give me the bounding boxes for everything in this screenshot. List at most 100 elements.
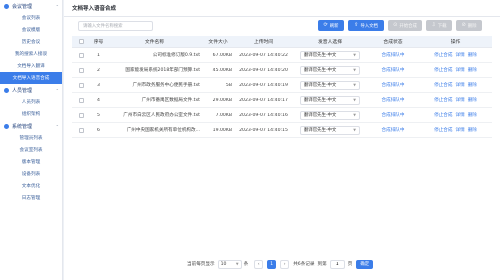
table-row: 4 广州市番禺区数据局文件.txt 29.00KB 2023-09-07 14:40:… <box>72 93 492 108</box>
row-checkbox[interactable] <box>72 67 90 73</box>
nav-item-doc-translate[interactable]: 文档导入翻译 <box>0 60 62 72</box>
ops-cell: 停止合成 详情 删除 <box>419 127 492 133</box>
nav-group-people[interactable]: 人员管理 ⌃ <box>0 84 62 96</box>
file-name: 广州市政务服务中心便民手册.txt <box>132 83 200 88</box>
synthesis-status: 合成排队中 <box>381 128 405 133</box>
nav-item-text-optimize[interactable]: 文本优化 <box>0 180 62 192</box>
page-header: 文档导入语音合成 <box>64 0 500 17</box>
upload-time: 2023-09-07 14:40:16 <box>239 112 288 118</box>
total-records: 共6条记录 <box>293 262 315 267</box>
nav-group-meeting[interactable]: 会议管理 ⌃ <box>0 0 62 12</box>
status-cell: 合成排队中 <box>367 127 419 133</box>
stop-synthesis-link[interactable]: 停止合成 <box>434 83 452 88</box>
delete-link[interactable]: 删除 <box>468 83 477 88</box>
voice-select-cell: 翻译官先生-中文 ▼ <box>293 110 367 120</box>
row-checkbox[interactable] <box>72 97 90 103</box>
stop-synthesis-link[interactable]: 停止合成 <box>434 128 452 133</box>
synthesis-status: 合成排队中 <box>381 68 405 73</box>
nav-item-org[interactable]: 组织架构 <box>0 108 62 120</box>
voice-select[interactable]: 翻译官先生-中文 ▼ <box>300 50 360 60</box>
voice-select-value: 翻译官先生-中文 <box>304 113 337 118</box>
details-link[interactable]: 详情 <box>455 98 464 103</box>
file-size: 7.00KB <box>215 112 232 118</box>
details-link[interactable]: 详情 <box>455 68 464 73</box>
row-checkbox[interactable] <box>72 127 90 133</box>
nav-item-room-list[interactable]: 会议室列表 <box>0 144 62 156</box>
goto-page-input[interactable] <box>329 259 345 269</box>
details-link[interactable]: 详情 <box>455 53 464 58</box>
nav-item-devices[interactable]: 设备列表 <box>0 168 62 180</box>
meeting-icon <box>4 3 9 9</box>
checkbox-box <box>78 82 84 88</box>
row-checkbox[interactable] <box>72 112 90 118</box>
delete-link[interactable]: 删除 <box>468 113 477 118</box>
page-number-button[interactable]: 1 <box>267 259 277 269</box>
synthesis-status: 合成排队中 <box>381 98 405 103</box>
details-link[interactable]: 详情 <box>455 83 464 88</box>
file-name: 公司标准修订版0.9.txt <box>152 53 200 58</box>
file-size: 29.00KB <box>212 97 232 103</box>
voice-select[interactable]: 翻译官先生-中文 ▼ <box>300 110 360 120</box>
stop-synthesis-link[interactable]: 停止合成 <box>434 68 452 73</box>
stop-synthesis-link[interactable]: 停止合成 <box>434 53 452 58</box>
delete-link[interactable]: 删除 <box>468 68 477 73</box>
file-size: 67.00KB <box>212 52 232 58</box>
stop-synthesis-link[interactable]: 停止合成 <box>434 98 452 103</box>
row-checkbox[interactable] <box>72 52 90 58</box>
prev-page-button[interactable]: ‹ <box>254 259 264 269</box>
row-checkbox[interactable] <box>72 82 90 88</box>
chevron-down-icon: ▼ <box>353 128 356 132</box>
table-row: 6 广州中央国家机关所有单位机构改... 19.00KB 2023-09-07 14:… <box>72 123 492 138</box>
nav-item-search-connect[interactable]: 我的搜索人接驳 <box>0 48 62 60</box>
checkbox-box <box>78 52 84 58</box>
col-header-no: 序号 <box>93 40 104 45</box>
voice-select[interactable]: 翻译官先生-中文 ▼ <box>300 80 360 90</box>
select-all-checkbox[interactable] <box>72 39 90 44</box>
voice-select[interactable]: 翻译官先生-中文 ▼ <box>300 95 360 105</box>
nav-item-version[interactable]: 版本管理 <box>0 156 62 168</box>
next-page-button[interactable]: › <box>280 259 290 269</box>
col-header-size: 文件大小 <box>208 40 228 45</box>
start-synthesis-button[interactable]: ⊙ 开始合成 <box>388 20 422 31</box>
nav-item-meeting-list[interactable]: 会议列表 <box>0 12 62 24</box>
nav-group-system[interactable]: 系统管理 ⌃ <box>0 120 62 132</box>
toolbar: ⟳ 刷新 ⇪ 导入文档 ⊙ 开始合成 ⇩ 下载 ⊘ 删除 <box>64 17 500 34</box>
chevron-down-icon: ▼ <box>353 68 356 72</box>
file-name: 广州市白云区人民政府办公室文件.txt <box>123 113 200 118</box>
ops-cell: 停止合成 详情 删除 <box>419 82 492 88</box>
ops-cell: 停止合成 详情 删除 <box>419 67 492 73</box>
search-input[interactable] <box>78 21 153 31</box>
details-link[interactable]: 详情 <box>455 128 464 133</box>
voice-select[interactable]: 翻译官先生-中文 ▼ <box>300 65 360 75</box>
voice-select[interactable]: 翻译官先生-中文 ▼ <box>300 125 360 135</box>
go-button[interactable]: 确定 <box>356 259 374 269</box>
stop-synthesis-link[interactable]: 停止合成 <box>434 113 452 118</box>
nav-item-history[interactable]: 历史会议 <box>0 36 62 48</box>
table-row: 1 公司标准修订版0.9.txt 67.00KB 2023-09-07 14:40:2… <box>72 48 492 63</box>
per-page-select[interactable]: 10 ▼ <box>217 259 242 269</box>
import-button[interactable]: ⇪ 导入文档 <box>348 20 384 31</box>
ops-cell: 停止合成 详情 删除 <box>419 52 492 58</box>
download-button[interactable]: ⇩ 下载 <box>426 20 452 31</box>
chevron-down-icon: ▼ <box>353 113 356 117</box>
status-cell: 合成排队中 <box>367 67 419 73</box>
voice-select-value: 翻译官先生-中文 <box>304 83 337 88</box>
nav-item-admin-list[interactable]: 管理员列表 <box>0 132 62 144</box>
nav-item-people-list[interactable]: 人员列表 <box>0 96 62 108</box>
button-label: 刷新 <box>329 23 339 29</box>
col-header-time: 上传时间 <box>253 40 274 45</box>
nav-group-label: 系统管理 <box>12 123 33 130</box>
delete-link[interactable]: 删除 <box>468 53 477 58</box>
delete-button[interactable]: ⊘ 删除 <box>456 20 482 31</box>
nav-item-logs[interactable]: 日志管理 <box>0 192 62 204</box>
details-link[interactable]: 详情 <box>455 113 464 118</box>
nav-item-meeting-template[interactable]: 会议模版 <box>0 24 62 36</box>
delete-link[interactable]: 删除 <box>468 98 477 103</box>
refresh-button[interactable]: ⟳ 刷新 <box>318 20 344 31</box>
checkbox-box <box>78 112 84 118</box>
chevron-down-icon: ▼ <box>353 83 356 87</box>
goto-unit: 页 <box>347 262 353 267</box>
nav-item-doc-tts[interactable]: 文档导入语音合成 <box>0 72 62 84</box>
status-cell: 合成排队中 <box>367 82 419 88</box>
delete-link[interactable]: 删除 <box>468 128 477 133</box>
